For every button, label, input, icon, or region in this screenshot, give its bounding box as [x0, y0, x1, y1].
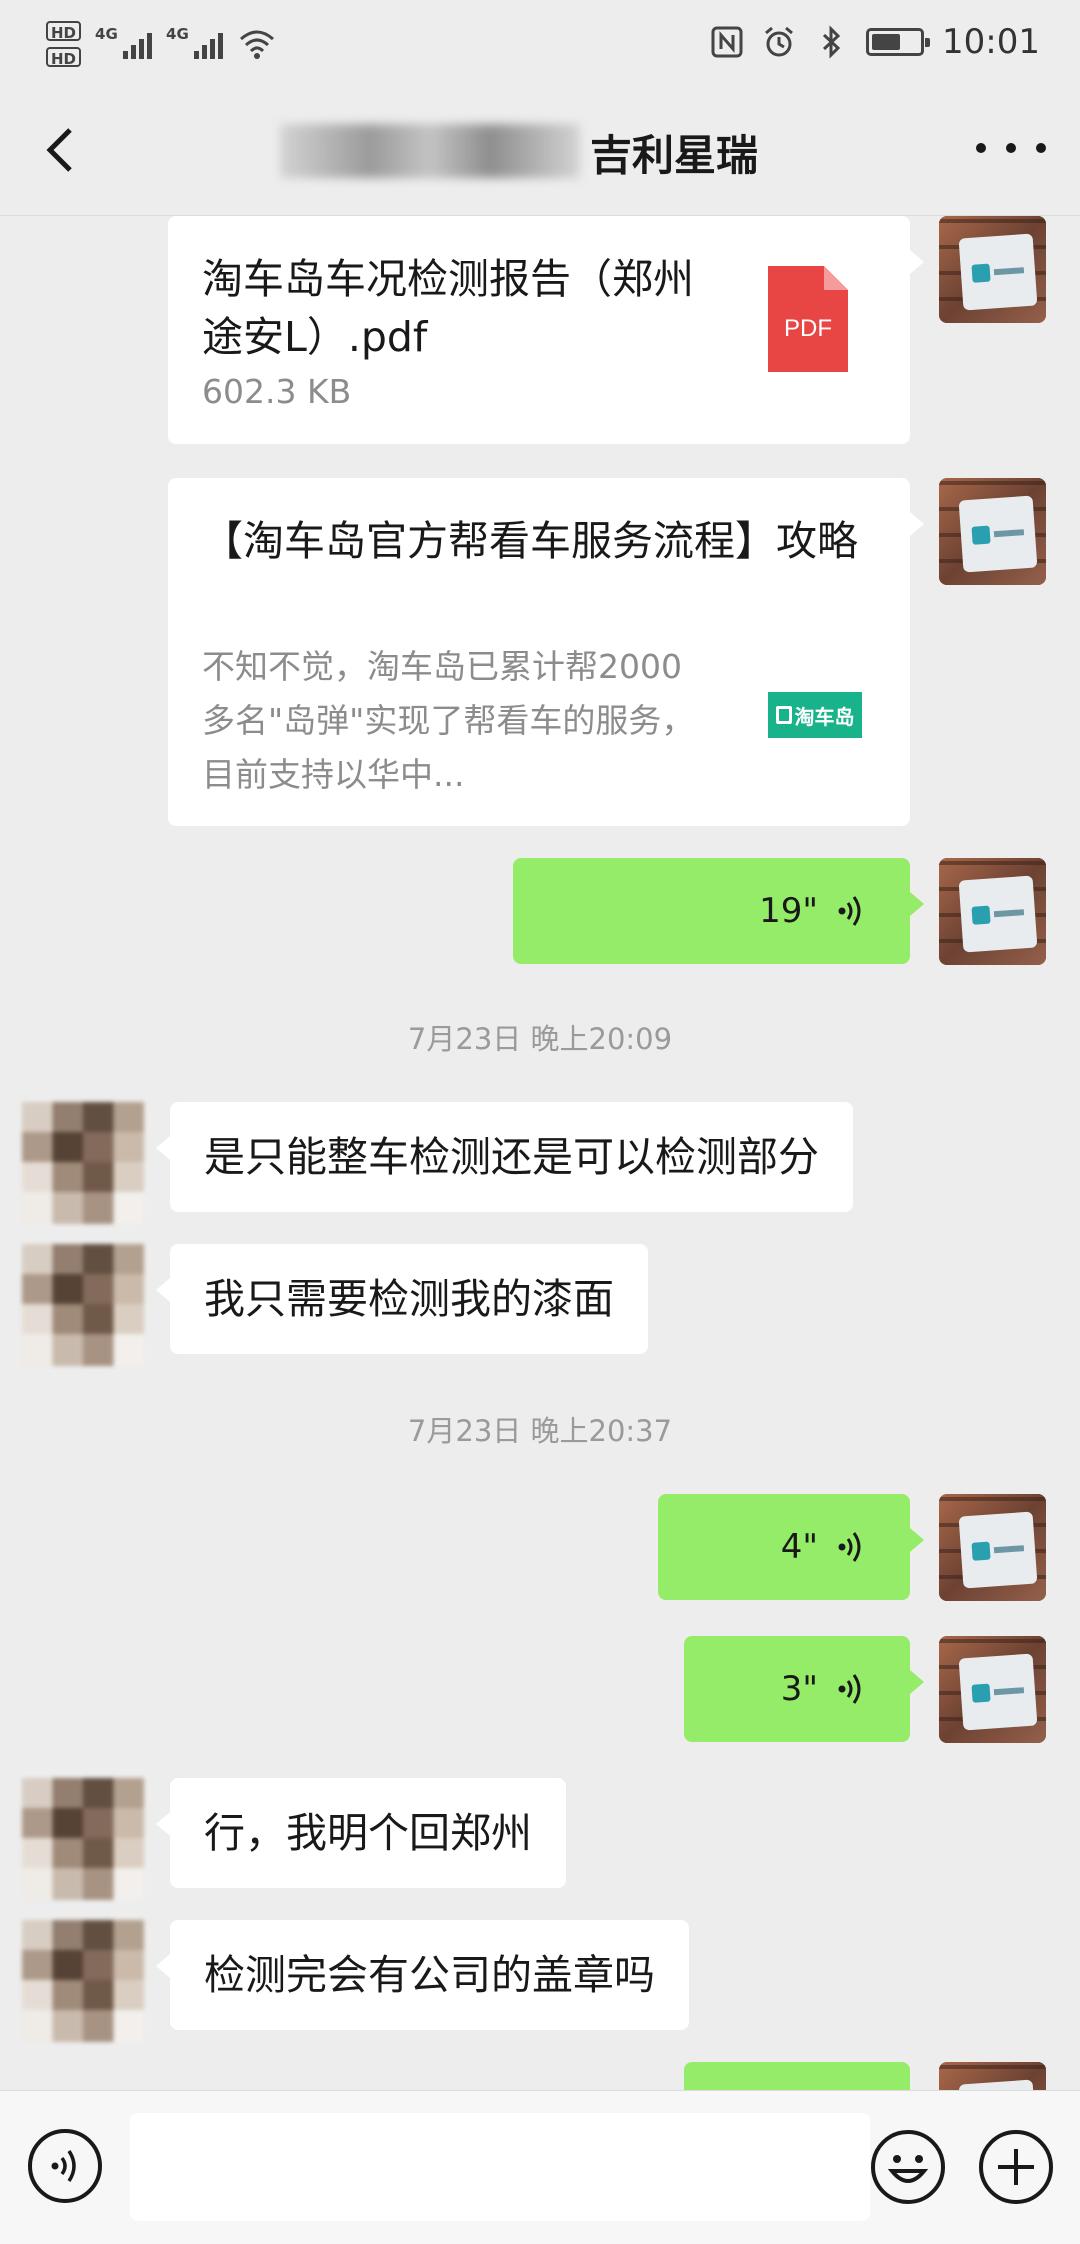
chat-header: 吉利星瑞: [0, 84, 1080, 216]
voice-duration: 19": [759, 891, 818, 931]
status-bar: HD HD 4G 4G 10:01: [0, 0, 1080, 84]
signal-2-icon: 4G: [166, 25, 224, 59]
pdf-file-icon: PDF: [768, 266, 848, 372]
text-message[interactable]: 我只需要检测我的漆面: [156, 1244, 648, 1354]
voice-wave-icon: [838, 1674, 861, 1704]
text-message[interactable]: 是只能整车检测还是可以检测部分: [156, 1102, 853, 1212]
voice-message-partial[interactable]: [684, 2062, 910, 2090]
contact-avatar[interactable]: [22, 1102, 144, 1224]
voice-message[interactable]: 3": [684, 1636, 924, 1742]
timestamp: 7月23日 晚上20:37: [407, 1414, 673, 1448]
contact-avatar[interactable]: [22, 1244, 144, 1366]
sim2-network-label: 4G: [166, 25, 189, 43]
alarm-icon: [765, 26, 793, 57]
hd1-badge: HD: [46, 21, 82, 42]
contact-avatar[interactable]: [22, 1778, 144, 1900]
plus-icon[interactable]: [976, 2127, 1056, 2207]
contact-avatar[interactable]: [22, 1920, 144, 2042]
my-avatar[interactable]: [939, 1636, 1046, 1743]
voice-duration: 4": [780, 1527, 818, 1567]
file-name: 淘车岛车况检测报告（郑州途安L）.pdf: [202, 255, 694, 361]
voice-input-icon[interactable]: [26, 2127, 104, 2205]
bluetooth-icon: [822, 25, 841, 59]
file-size: 602.3 KB: [202, 372, 352, 411]
voice-message[interactable]: 4": [658, 1494, 924, 1600]
voice-wave-icon: [838, 896, 861, 926]
sim1-network-label: 4G: [95, 25, 118, 43]
nfc-icon: [711, 26, 743, 58]
pdf-label: PDF: [784, 315, 832, 342]
my-avatar[interactable]: [939, 478, 1046, 585]
voice-duration: 3": [780, 1669, 818, 1709]
message-list[interactable]: 淘车岛车况检测报告（郑州途安L）.pdf 602.3 KB PDF 【淘车岛官方…: [0, 216, 1080, 2090]
chevron-left-icon[interactable]: [30, 118, 94, 182]
blurred-title-region: [280, 124, 580, 178]
battery-fill: [872, 34, 900, 50]
article-title: 【淘车岛官方帮看车服务流程】攻略: [202, 517, 858, 565]
file-message[interactable]: 淘车岛车况检测报告（郑州途安L）.pdf 602.3 KB PDF: [168, 216, 924, 444]
text-message[interactable]: 行，我明个回郑州: [156, 1778, 566, 1888]
my-avatar[interactable]: [939, 2062, 1046, 2090]
message-input[interactable]: [130, 2113, 870, 2221]
input-bar: [0, 2090, 1080, 2244]
voice-wave-icon: [838, 1532, 861, 1562]
status-time: 10:01: [942, 22, 1040, 62]
emoji-icon[interactable]: [868, 2127, 948, 2207]
article-message[interactable]: 【淘车岛官方帮看车服务流程】攻略 不知不觉，淘车岛已累计帮2000多名"岛弹"实…: [168, 478, 924, 826]
article-description: 不知不觉，淘车岛已累计帮2000多名"岛弹"实现了帮看车的服务，目前支持以华中.…: [202, 647, 695, 794]
article-logo-text: 淘车岛: [794, 704, 855, 729]
my-avatar[interactable]: [939, 858, 1046, 965]
timestamp: 7月23日 晚上20:09: [407, 1022, 673, 1056]
wifi-icon: [240, 30, 275, 59]
text-message[interactable]: 检测完会有公司的盖章吗: [156, 1920, 689, 2030]
signal-1-icon: 4G: [95, 25, 153, 59]
my-avatar[interactable]: [939, 1494, 1046, 1601]
chat-title: 吉利星瑞: [590, 131, 759, 180]
battery-icon: [866, 28, 931, 56]
hd2-badge: HD: [46, 47, 82, 68]
article-brand-logo: 淘车岛: [768, 692, 862, 738]
my-avatar[interactable]: [939, 216, 1046, 323]
voice-message[interactable]: 19": [513, 858, 924, 964]
more-dots-icon[interactable]: [976, 128, 1046, 168]
